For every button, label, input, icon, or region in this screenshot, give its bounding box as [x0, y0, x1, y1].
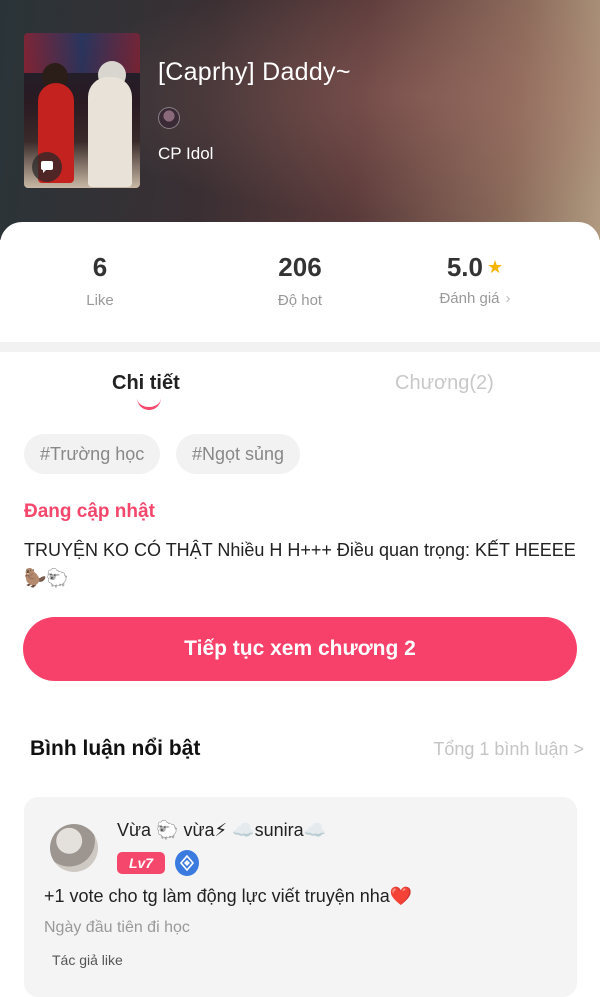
stat-value: 5.0 [446, 252, 483, 282]
comment-text: +1 vote cho tg làm động lực viết truyện … [44, 886, 413, 906]
chevron-right-icon: › [505, 290, 511, 307]
book-category[interactable]: CP Idol [158, 144, 213, 164]
all-comments-link[interactable]: Tổng 1 bình luận > [433, 739, 584, 760]
stat-label: Like [86, 292, 114, 309]
stats-card: 6 Like 206 Độ hot 5.0 ★ Đánh giá › [0, 222, 600, 342]
continue-reading-button[interactable]: Tiếp tục xem chương 2 [23, 617, 577, 681]
shield-icon [175, 850, 199, 876]
stat-label: Đánh giá [439, 290, 500, 307]
update-status: Đang cập nhật [24, 501, 155, 522]
book-description: TRUYỆN KO CÓ THẬT Nhiều H H+++ Điều quan… [24, 540, 576, 588]
comment-username[interactable]: Vừa 🐑 vừa⚡ ☁️sunira☁️ [117, 820, 326, 841]
rating-row: 5.0 ★ [375, 252, 575, 283]
tab-chapters[interactable]: Chương(2) [395, 372, 494, 395]
comment-card[interactable]: Vừa 🐑 vừa⚡ ☁️sunira☁️ Lv7 +1 vote cho tg… [24, 797, 577, 997]
stat-value: 6 [92, 252, 108, 282]
rating-label-row: Đánh giá › [375, 290, 575, 307]
book-title: [Caprhy] Daddy~ [158, 58, 351, 86]
tab-indicator [137, 398, 161, 410]
comment-chapter[interactable]: Ngày đầu tiên đi học [44, 919, 190, 937]
tag-sweet[interactable]: #Ngọt sủng [176, 434, 301, 474]
cover-figure [88, 77, 132, 187]
avatar[interactable] [50, 824, 98, 872]
divider [0, 342, 600, 352]
stat-value: 206 [278, 252, 322, 282]
star-icon: ★ [487, 257, 504, 277]
author-avatar[interactable] [158, 107, 180, 129]
tag-school[interactable]: #Trường học [24, 434, 161, 474]
comments-section-title: Bình luận nổi bật [30, 737, 201, 760]
stat-label: Độ hot [277, 292, 323, 309]
chat-icon[interactable] [32, 152, 62, 182]
level-badge: Lv7 [117, 852, 165, 874]
author-like-label: Tác giả like [52, 952, 123, 968]
tab-detail[interactable]: Chi tiết [112, 372, 180, 395]
